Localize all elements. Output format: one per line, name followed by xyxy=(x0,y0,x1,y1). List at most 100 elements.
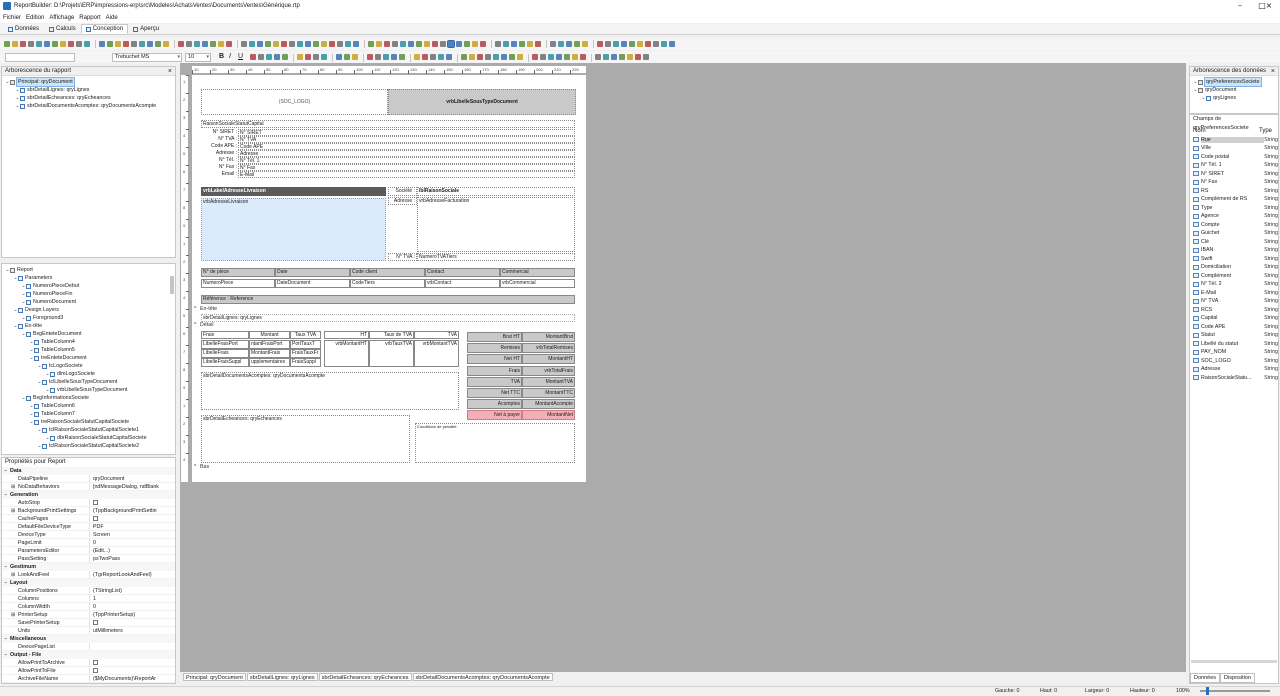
fees-cell[interactable]: MontantFrais xyxy=(249,349,290,358)
toolbar-tool-icon[interactable] xyxy=(422,54,428,60)
menu-affichage[interactable]: Affichage xyxy=(49,15,74,21)
property-row[interactable]: ParametersEditor (Edit...) xyxy=(2,547,175,555)
toolbar-tool-icon[interactable] xyxy=(329,41,335,47)
object-tree-item[interactable]: ⌄ dbrRaisonSocialeStatutCapitalSociete xyxy=(2,434,175,442)
field-row[interactable]: E-Mail String xyxy=(1190,289,1278,298)
field-row[interactable]: Code postal String xyxy=(1190,153,1278,162)
company-info-field[interactable]: N° TVA xyxy=(238,136,575,143)
object-tree-item[interactable]: ⌄ BxgEnteteDocument xyxy=(2,330,175,338)
field-row[interactable]: Agence String xyxy=(1190,212,1278,221)
toolbar-tool-icon[interactable] xyxy=(621,41,627,47)
toolbar-tool-icon[interactable] xyxy=(414,54,420,60)
tab-donnees[interactable]: Données xyxy=(3,24,44,34)
total-value[interactable]: vrbTotalFrais xyxy=(522,365,575,376)
toolbar-tool-icon[interactable] xyxy=(566,41,572,47)
toolbar-tool-icon[interactable] xyxy=(532,54,538,60)
toolbar-tool-icon[interactable] xyxy=(202,41,208,47)
property-category[interactable]: Output - File xyxy=(2,651,175,659)
total-value[interactable]: MontantBrut xyxy=(522,332,575,342)
object-tree-item[interactable]: ⌄ NumeroPieceDebut xyxy=(2,282,175,290)
band-detail[interactable]: Détail xyxy=(192,322,586,329)
toolbar-tool-icon[interactable] xyxy=(281,41,287,47)
field-row[interactable]: Ville String xyxy=(1190,144,1278,153)
object-tree-item[interactable]: ⌄ tclLibelleSousTypeDocument xyxy=(2,378,175,386)
property-row[interactable]: NoDataBehaviors[ndMessageDialog, ndBlank xyxy=(2,483,175,491)
property-category[interactable]: Generation xyxy=(2,491,175,499)
toolbar-tool-icon[interactable] xyxy=(345,41,351,47)
tab-principal[interactable]: Principal: qryDocument xyxy=(183,673,246,681)
toolbar-tool-icon[interactable] xyxy=(477,54,483,60)
toolbar-tool-icon[interactable] xyxy=(399,54,405,60)
tab-echeances[interactable]: sbrDetailEcheances: qryEcheances xyxy=(318,673,412,681)
toolbar-tool-icon[interactable] xyxy=(155,41,161,47)
toolbar-tool-icon[interactable] xyxy=(469,54,475,60)
info-value[interactable]: vrbContact xyxy=(425,279,500,288)
total-label[interactable]: Net HT xyxy=(467,354,522,365)
property-value[interactable] xyxy=(90,499,175,506)
fees-header[interactable]: Frais xyxy=(201,331,249,339)
toolbar-tool-icon[interactable] xyxy=(550,41,556,47)
vat-header[interactable]: TVA xyxy=(414,331,459,339)
fees-cell[interactable]: LibelleFraisSuppl xyxy=(201,358,249,367)
report-tree-item[interactable]: ⌄ sbrDetailDocumentsAcomptes: qryDocument… xyxy=(2,102,175,110)
toolbar-tool-icon[interactable] xyxy=(147,41,153,47)
toolbar-tool-icon[interactable] xyxy=(400,41,406,47)
property-category[interactable]: Miscellaneous xyxy=(2,635,175,643)
toolbar-tool-icon[interactable] xyxy=(76,41,82,47)
toolbar-tool-icon[interactable] xyxy=(637,41,643,47)
fees-header[interactable]: Taux TVA xyxy=(290,331,321,339)
property-row[interactable]: ColumnPositions (TStringList) xyxy=(2,587,175,595)
toolbar-tool-icon[interactable] xyxy=(653,41,659,47)
toolbar-tool-icon[interactable] xyxy=(107,41,113,47)
toolbar-tool-icon[interactable] xyxy=(627,54,633,60)
data-tree-item[interactable]: ⌄ qryPreferencesSociete xyxy=(1190,77,1278,87)
toolbar-tool-icon[interactable] xyxy=(383,54,389,60)
toolbar-tool-icon[interactable] xyxy=(210,41,216,47)
checkbox[interactable] xyxy=(93,668,98,674)
field-row[interactable]: Rue String xyxy=(1190,136,1278,145)
fees-cell[interactable]: FraisTauxFr xyxy=(290,349,321,358)
object-tree-item[interactable]: ⌄ TableColumn7 xyxy=(2,410,175,418)
close-icon[interactable]: × xyxy=(1258,0,1280,12)
toolbar-tool-icon[interactable] xyxy=(509,54,515,60)
toolbar-tool-icon[interactable] xyxy=(597,41,603,47)
toolbar-tool-icon[interactable] xyxy=(661,41,667,47)
vat-header[interactable]: HT xyxy=(324,331,369,339)
toolbar-tool-icon[interactable] xyxy=(297,41,303,47)
property-category[interactable]: Data xyxy=(2,467,175,475)
toolbar-tool-icon[interactable] xyxy=(321,54,327,60)
toolbar-tool-icon[interactable] xyxy=(440,41,446,47)
checkbox[interactable] xyxy=(93,620,98,626)
toolbar-tool-icon[interactable] xyxy=(313,54,319,60)
object-tree-item[interactable]: ⌄ Design Layers xyxy=(2,306,175,314)
toolbar-tool-icon[interactable] xyxy=(44,41,50,47)
field-row[interactable]: N° Fax String xyxy=(1190,178,1278,187)
company-info-field[interactable]: Adresse xyxy=(238,150,575,157)
toolbar-tool-icon[interactable] xyxy=(226,41,232,47)
field-row[interactable]: PAY_NOM String xyxy=(1190,348,1278,357)
field-row[interactable]: Domiciliation String xyxy=(1190,263,1278,272)
property-row[interactable]: DevicePageList xyxy=(2,643,175,651)
fees-cell[interactable]: LibelleFraisPort xyxy=(201,340,249,349)
toolbar-tool-icon[interactable] xyxy=(337,41,343,47)
object-tree-item[interactable]: ⌄ Parameters xyxy=(2,274,175,282)
property-category[interactable]: Gestimum xyxy=(2,563,175,571)
total-label[interactable]: Brut HT xyxy=(467,332,522,342)
toolbar-tool-icon[interactable] xyxy=(257,41,263,47)
total-value[interactable]: MontantTVA xyxy=(522,376,575,387)
toolbar-tool-icon[interactable] xyxy=(186,41,192,47)
toolbar-tool-icon[interactable] xyxy=(139,41,145,47)
toolbar-tool-icon[interactable] xyxy=(115,41,121,47)
band-bas[interactable]: Bas xyxy=(192,464,586,471)
menu-rapport[interactable]: Rapport xyxy=(79,15,100,21)
property-row[interactable]: AutoStop xyxy=(2,499,175,507)
tab-fields-donnees[interactable]: Données xyxy=(1190,673,1221,683)
toolbar-tool-icon[interactable] xyxy=(503,41,509,47)
property-value[interactable] xyxy=(90,643,175,650)
vat-header[interactable]: Taux de TVA xyxy=(369,331,414,339)
total-label[interactable]: Net TTC xyxy=(467,388,522,398)
toolbar-tool-icon[interactable] xyxy=(619,54,625,60)
total-label[interactable]: Net à payer xyxy=(467,410,522,421)
fees-cell[interactable]: PortTauxT xyxy=(290,340,321,349)
menu-aide[interactable]: Aide xyxy=(106,15,118,21)
